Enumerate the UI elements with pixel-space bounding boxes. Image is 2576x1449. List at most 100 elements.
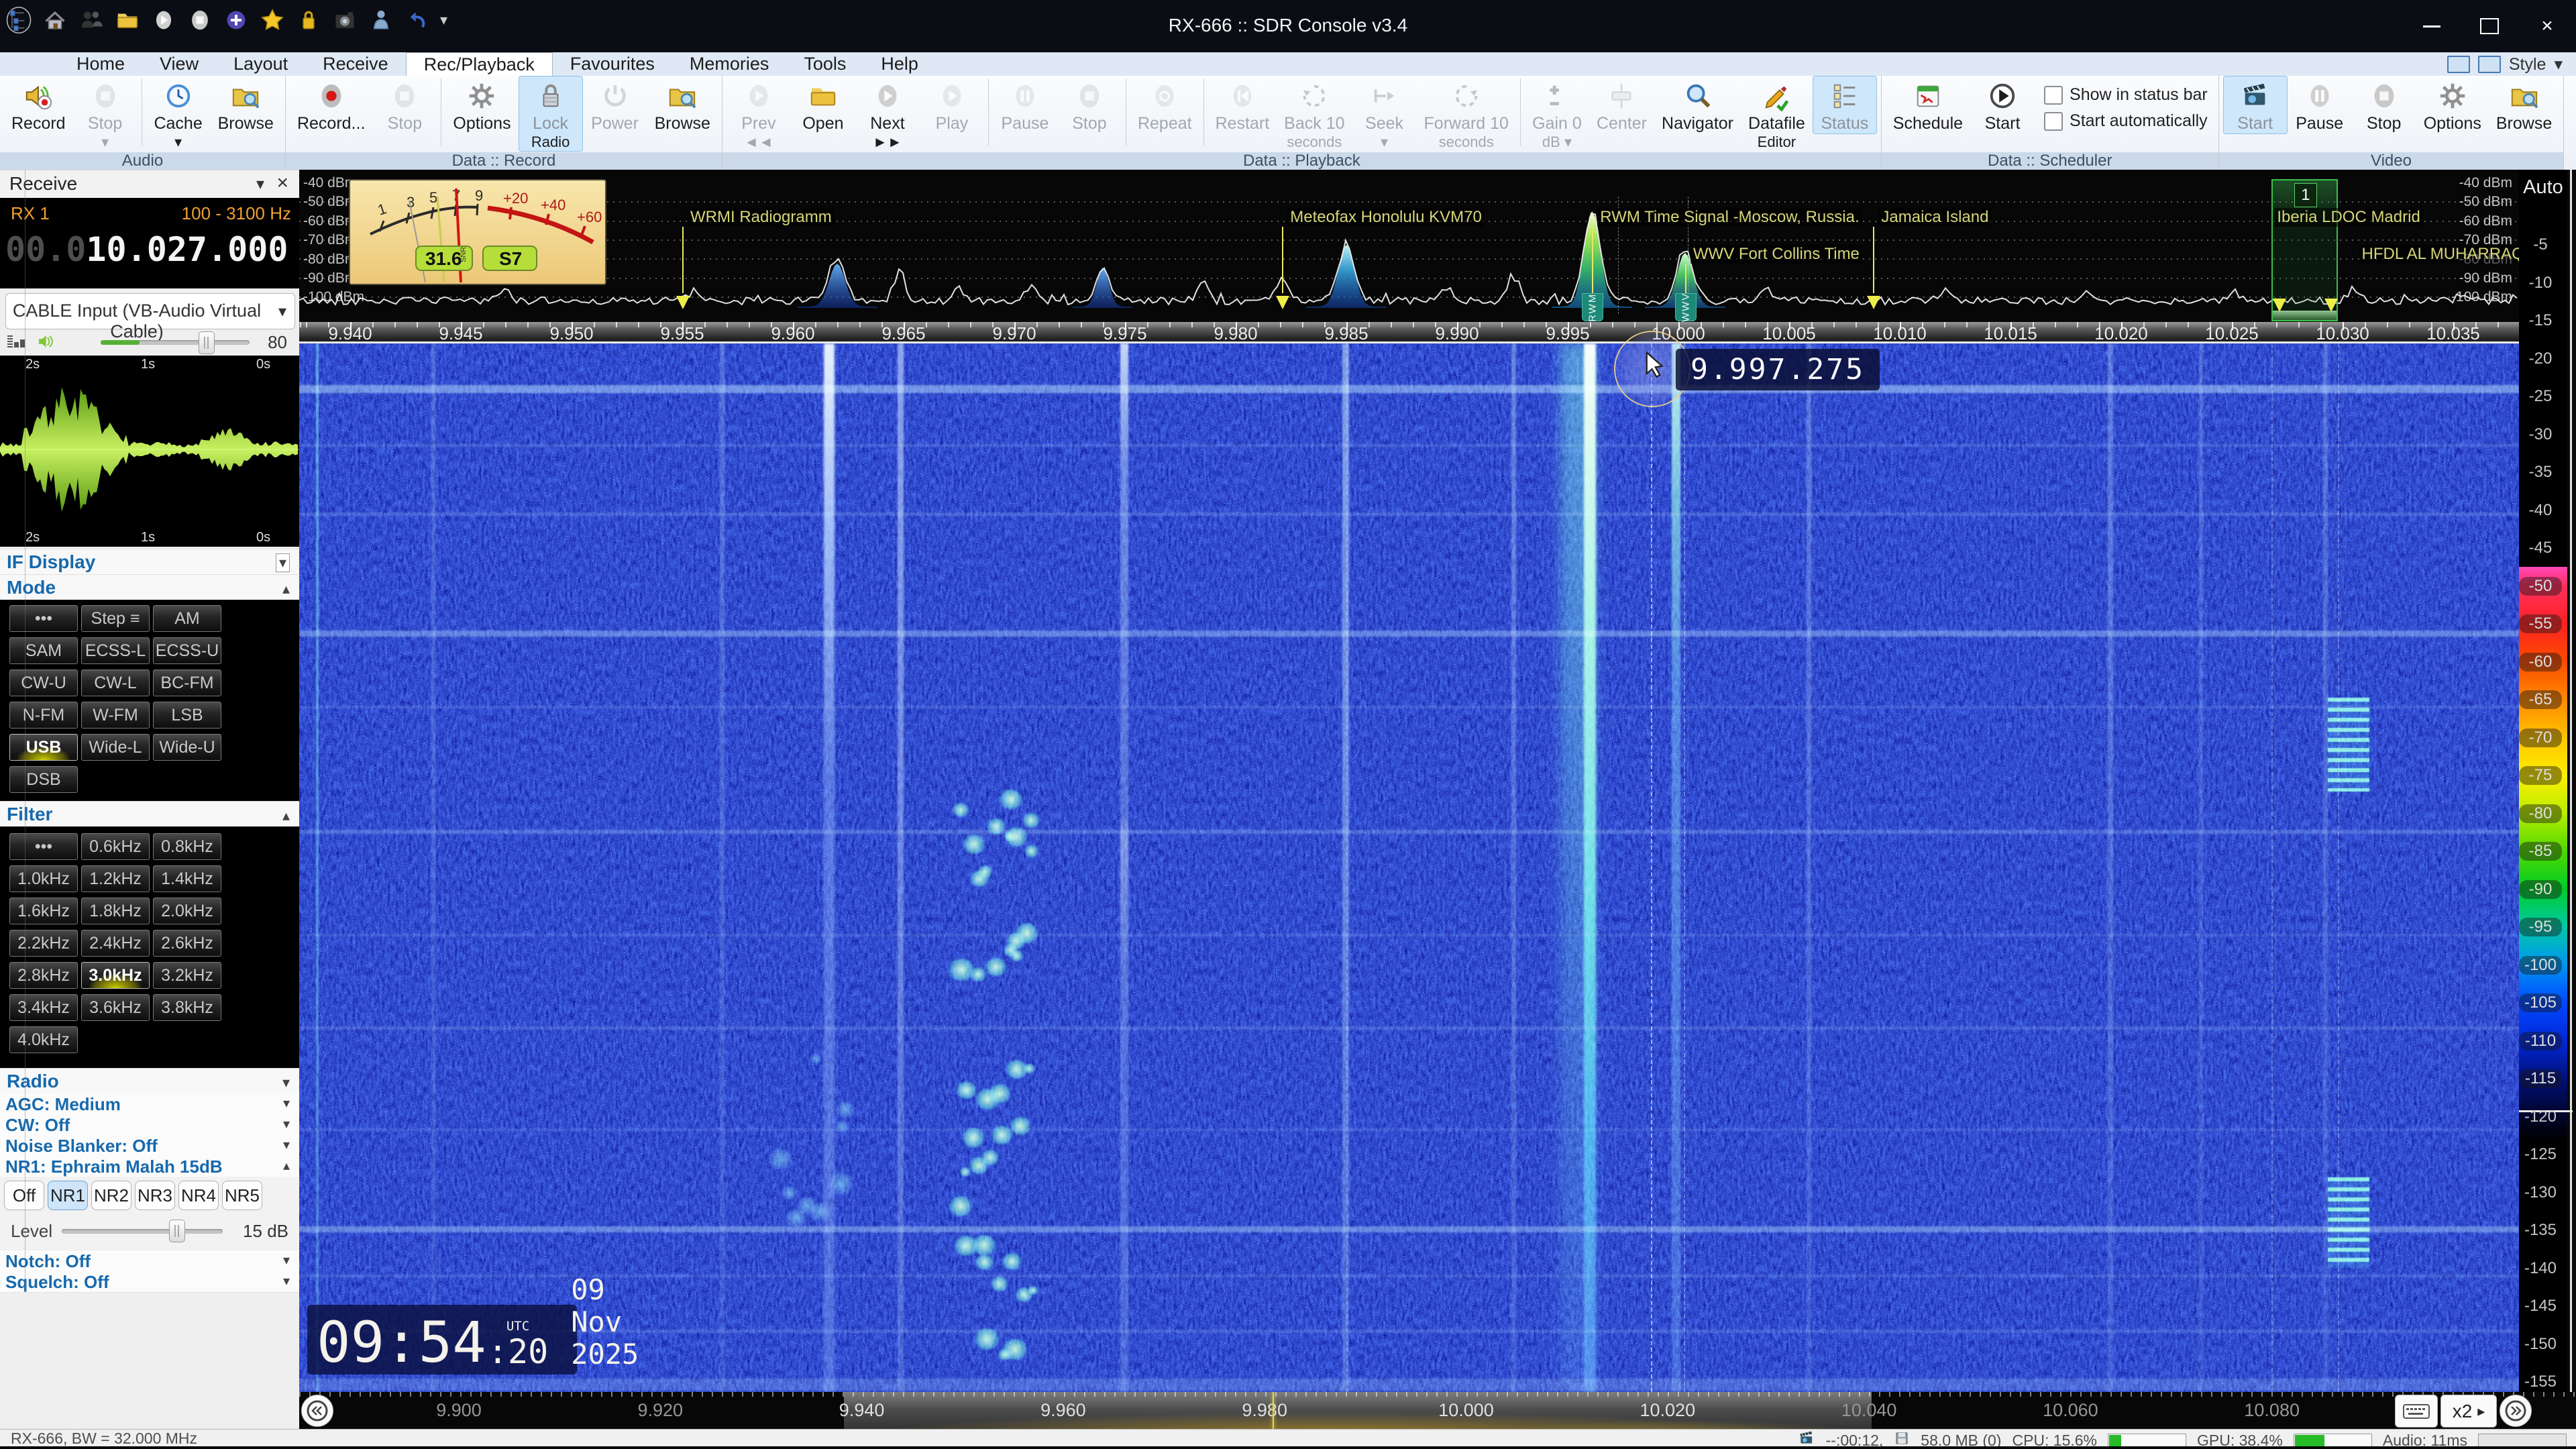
- keyboard-entry-button[interactable]: [2395, 1395, 2438, 1428]
- ribbon-button-stop[interactable]: Stop: [2352, 76, 2416, 134]
- ribbon-button-browse[interactable]: Browse: [2489, 76, 2559, 134]
- overview-scroll-right-button[interactable]: [2500, 1395, 2532, 1427]
- checkbox-start-automatically[interactable]: Start automatically: [2044, 111, 2208, 131]
- filter-button-1-0khz[interactable]: 1.0kHz: [9, 865, 78, 892]
- filter-button-1-2khz[interactable]: 1.2kHz: [81, 865, 150, 892]
- zoom-level-button[interactable]: x2 ▸: [2440, 1395, 2497, 1428]
- radio-row-cw-off[interactable]: CW: Off ▾: [0, 1114, 299, 1136]
- chevron-down-icon[interactable]: ▾: [2554, 54, 2563, 74]
- panel-close-icon[interactable]: ×: [276, 172, 288, 195]
- filter-button-3-4khz[interactable]: 3.4kHz: [9, 994, 78, 1021]
- menu-tab-rec-playback[interactable]: Rec/Playback: [405, 52, 553, 76]
- section-filter[interactable]: Filter ▴: [0, 801, 299, 828]
- ribbon-button-forward-10[interactable]: Forward 10 seconds: [1417, 76, 1516, 152]
- ribbon-button-schedule[interactable]: Schedule: [1886, 76, 1970, 134]
- filter-button-2-6khz[interactable]: 2.6kHz: [153, 930, 221, 957]
- display-icon[interactable]: [2447, 56, 2470, 73]
- menu-tab-view[interactable]: View: [142, 52, 216, 75]
- mode-button-wide-u[interactable]: Wide-U: [153, 734, 221, 761]
- chevron-icon[interactable]: ▴: [282, 580, 290, 598]
- ribbon-button-browse[interactable]: Browse: [647, 76, 718, 134]
- filter-button-2-8khz[interactable]: 2.8kHz: [9, 962, 78, 989]
- filter-button-3-6khz[interactable]: 3.6kHz: [81, 994, 150, 1021]
- filter-button-1-4khz[interactable]: 1.4kHz: [153, 865, 221, 892]
- filter-button-0-6khz[interactable]: 0.6kHz: [81, 833, 150, 860]
- radio-row-notch-off[interactable]: Notch: Off ▾: [0, 1250, 299, 1272]
- filter-button-3-0khz[interactable]: 3.0kHz: [81, 962, 150, 989]
- ribbon-button-seek[interactable]: Seek ▾: [1352, 76, 1417, 152]
- display-icon[interactable]: [2477, 56, 2501, 73]
- ribbon-button-pause[interactable]: Pause: [993, 76, 1057, 134]
- filter-button-0-8khz[interactable]: 0.8kHz: [153, 833, 221, 860]
- ribbon-button-open[interactable]: Open: [791, 76, 855, 134]
- section-mode[interactable]: Mode ▴: [0, 574, 299, 601]
- filter-button-3-8khz[interactable]: 3.8kHz: [153, 994, 221, 1021]
- ribbon-button-datafile[interactable]: Datafile Editor: [1741, 76, 1813, 152]
- frequency-panel[interactable]: RX 1 100 - 3100 Hz 00.010.027.000: [0, 198, 299, 288]
- station-label-hfdl-al-muharraq-bahra[interactable]: HFDL AL MUHARRAQ - BAHRA: [2359, 245, 2519, 264]
- ribbon-button-repeat[interactable]: Repeat: [1130, 76, 1199, 134]
- ribbon-button-start[interactable]: Start: [2222, 76, 2288, 134]
- selection-edge-arrow[interactable]: [2324, 299, 2339, 312]
- ribbon-button-cache[interactable]: Cache ▾: [146, 76, 211, 152]
- mode-button-step[interactable]: Step ≡: [81, 605, 150, 632]
- ribbon-button-start[interactable]: Start: [1970, 76, 2035, 134]
- radio-row-squelch-off[interactable]: Squelch: Off ▾: [0, 1271, 299, 1293]
- ribbon-button-record[interactable]: Record: [4, 76, 73, 134]
- mode-button-w-fm[interactable]: W-FM: [81, 702, 150, 729]
- nr-button-nr1[interactable]: NR1: [48, 1181, 88, 1210]
- station-label-jamaica-island[interactable]: Jamaica Island: [1878, 208, 1992, 227]
- ribbon-button-restart[interactable]: Restart: [1208, 76, 1277, 134]
- ribbon-button-browse[interactable]: Browse: [211, 76, 281, 134]
- waterfall-display[interactable]: 09:54 UTC:20 09 Nov 2025: [299, 343, 2519, 1392]
- auto-range-button[interactable]: Auto: [2519, 176, 2567, 199]
- menu-tab-help[interactable]: Help: [863, 52, 936, 75]
- radio-row-noise-blanker-off[interactable]: Noise Blanker: Off ▾: [0, 1135, 299, 1157]
- ribbon-button-options[interactable]: Options: [445, 76, 518, 134]
- waterfall-color-legend[interactable]: Auto -5 -10 -15 -20 -25 -30 -35 -40 -45 -50 -55 -60…: [2519, 170, 2576, 1392]
- mode-button-bc-fm[interactable]: BC-FM: [153, 669, 221, 696]
- volume-slider-handle[interactable]: [199, 331, 215, 354]
- chevron-icon[interactable]: ▾: [283, 1252, 290, 1269]
- menu-tab-layout[interactable]: Layout: [216, 52, 305, 75]
- section-radio[interactable]: Radio ▾: [0, 1068, 299, 1095]
- ribbon-button-back-10[interactable]: Back 10 seconds: [1277, 76, 1352, 152]
- chevron-icon[interactable]: ▴: [282, 807, 290, 824]
- mode-button-dsb[interactable]: DSB: [9, 766, 78, 793]
- selection-edge-arrow[interactable]: [2273, 299, 2287, 312]
- chevron-icon[interactable]: ▴: [283, 1157, 290, 1174]
- filter-button-2-0khz[interactable]: 2.0kHz: [153, 898, 221, 924]
- maximize-button[interactable]: [2461, 0, 2518, 52]
- ribbon-button-next[interactable]: Next ►►: [855, 76, 920, 152]
- mode-button-usb[interactable]: USB: [9, 734, 78, 761]
- ribbon-button-pause[interactable]: Pause: [2288, 76, 2352, 134]
- filter-button-4-0khz[interactable]: 4.0kHz: [9, 1026, 78, 1053]
- ribbon-button-gain-0[interactable]: Gain 0 dB ▾: [1525, 76, 1589, 152]
- chevron-icon[interactable]: ▾: [283, 1095, 290, 1112]
- ribbon-button-record[interactable]: Record...: [290, 76, 372, 134]
- style-menu[interactable]: Style: [2509, 55, 2546, 74]
- nr-button-off[interactable]: Off: [4, 1181, 44, 1210]
- ribbon-button-stop[interactable]: Stop: [372, 76, 437, 134]
- ribbon-button-play[interactable]: Play: [920, 76, 984, 134]
- menu-tab-home[interactable]: Home: [59, 52, 142, 75]
- chevron-icon[interactable]: ▾: [275, 553, 290, 572]
- level-slider-handle[interactable]: [169, 1220, 185, 1242]
- speaker-icon[interactable]: [35, 331, 56, 355]
- audio-source-select[interactable]: CABLE Input (VB-Audio Virtual Cable) ▾: [5, 293, 295, 341]
- menu-tab-receive[interactable]: Receive: [305, 52, 406, 75]
- nr-button-nr5[interactable]: NR5: [222, 1181, 262, 1210]
- station-label-iberia-ldoc-madrid[interactable]: Iberia LDOC Madrid: [2274, 208, 2423, 227]
- ribbon-button-options[interactable]: Options: [2416, 76, 2489, 134]
- filter-button-[interactable]: •••: [9, 833, 78, 860]
- station-label-wwv-fort-collins-time[interactable]: WWV Fort Collins Time: [1690, 245, 1862, 264]
- spectrum-frequency-ruler[interactable]: 9.940 9.945 9.950 9.955 9.960 9.965 9.970 9.975…: [299, 322, 2519, 343]
- ribbon-button-stop[interactable]: Stop: [1057, 76, 1122, 134]
- ribbon-button-navigator[interactable]: Navigator: [1654, 76, 1741, 134]
- mode-button-sam[interactable]: SAM: [9, 637, 78, 664]
- menu-tab-memories[interactable]: Memories: [672, 52, 787, 75]
- ribbon-button-lock[interactable]: Lock Radio: [518, 76, 583, 152]
- minimize-button[interactable]: [2403, 0, 2461, 52]
- mode-button-n-fm[interactable]: N-FM: [9, 702, 78, 729]
- station-label-meteofax-honolulu-kvm70[interactable]: Meteofax Honolulu KVM70: [1287, 208, 1485, 227]
